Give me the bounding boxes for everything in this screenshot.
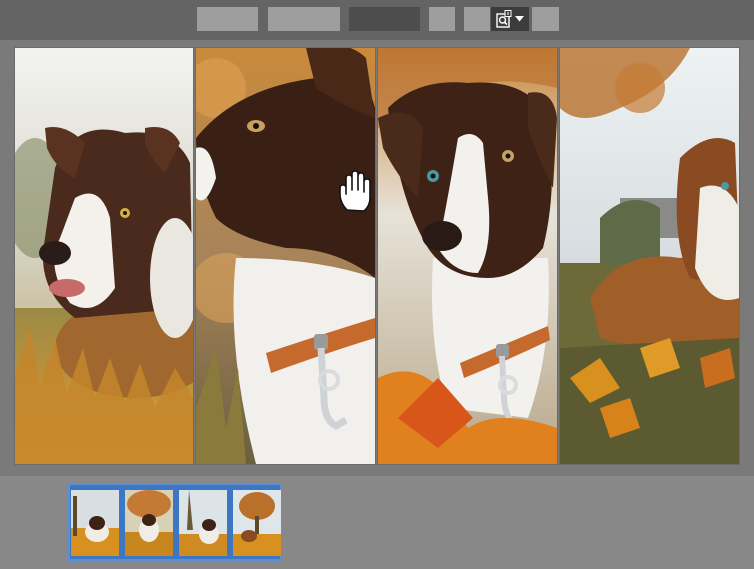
puppy-photo-4 — [560, 48, 739, 464]
toolbar-button-6[interactable] — [532, 7, 559, 31]
thumbnail-image-4 — [233, 490, 281, 556]
thumbnail-image-3 — [179, 490, 227, 556]
hand-icon — [339, 170, 371, 212]
toolbar — [0, 0, 754, 40]
zoom-dropdown-button[interactable] — [491, 7, 529, 31]
image-panel-1[interactable] — [15, 48, 193, 464]
filmstrip-selected[interactable] — [68, 483, 282, 561]
zoom-page-icon — [496, 10, 512, 28]
thumbnail-2[interactable] — [125, 490, 173, 556]
thumbnail-1[interactable] — [71, 490, 119, 556]
toolbar-button-2[interactable] — [268, 7, 340, 31]
puppy-photo-1 — [15, 48, 193, 464]
thumbnail-4[interactable] — [233, 490, 281, 556]
toolbar-button-1[interactable] — [197, 7, 258, 31]
thumbnail-image-1 — [71, 490, 119, 556]
puppy-photo-3 — [378, 48, 557, 464]
thumbnail-image-2 — [125, 490, 173, 556]
image-panel-3[interactable] — [378, 48, 557, 464]
toolbar-button-3[interactable] — [349, 7, 420, 31]
image-panel-4[interactable] — [560, 48, 739, 464]
toolbar-button-5[interactable] — [464, 7, 490, 31]
chevron-down-icon — [515, 16, 524, 22]
thumbnail-3[interactable] — [179, 490, 227, 556]
puppy-photo-2 — [196, 48, 375, 464]
page-viewer[interactable] — [0, 40, 754, 476]
toolbar-button-4[interactable] — [429, 7, 455, 31]
image-panel-2[interactable] — [196, 48, 375, 464]
